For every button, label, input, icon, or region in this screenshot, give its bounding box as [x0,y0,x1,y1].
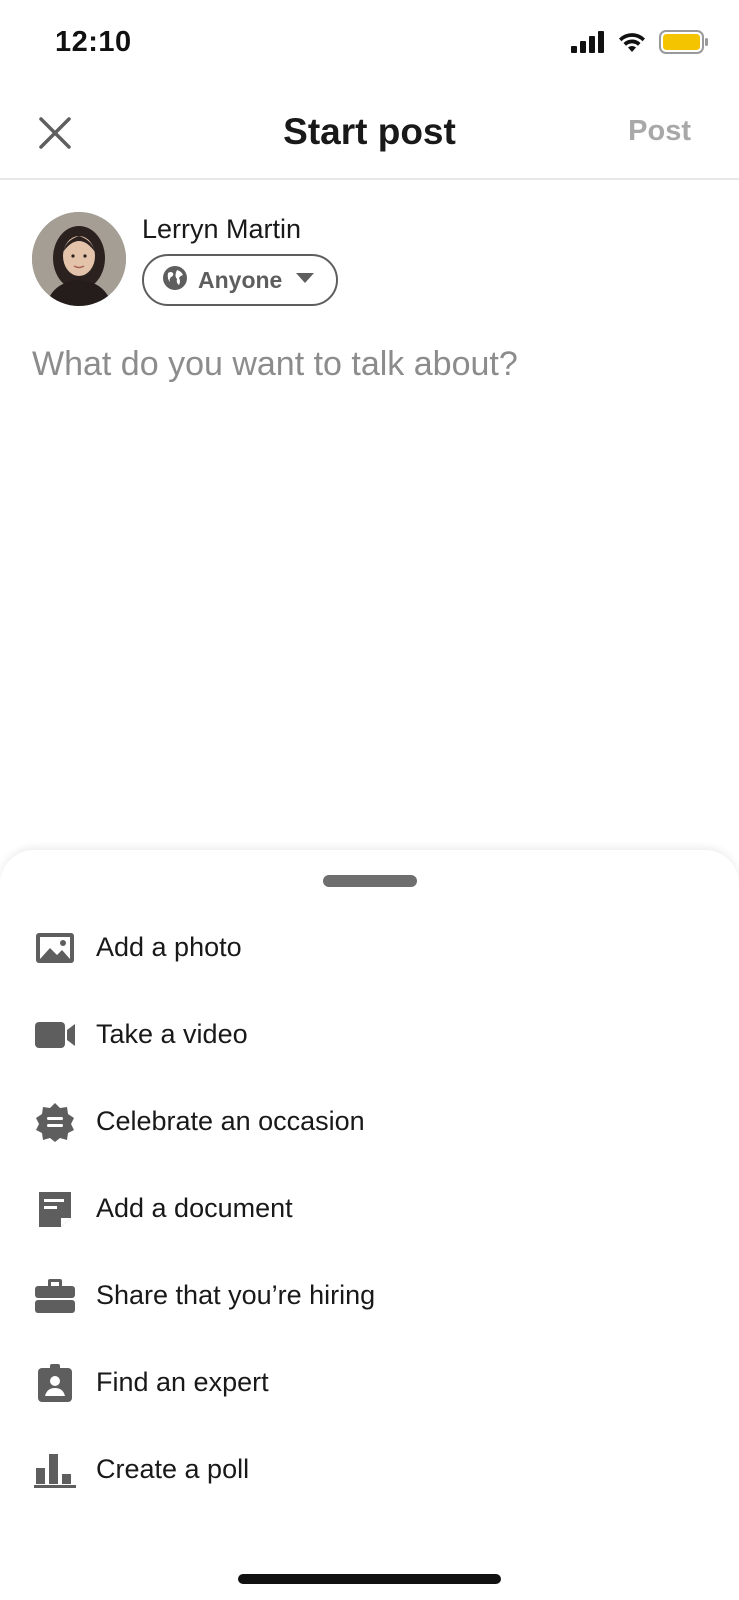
wifi-icon [617,31,647,53]
status-bar: 12:10 [0,0,739,90]
status-icons [571,30,709,54]
take-video-action[interactable]: Take a video [0,991,739,1078]
action-label: Add a document [96,1193,293,1223]
poll-icon [34,1449,76,1491]
action-label: Add a photo [96,932,242,962]
create-poll-action[interactable]: Create a poll [0,1426,739,1513]
visibility-selector[interactable]: Anyone [142,254,338,306]
post-text-input[interactable] [32,345,708,785]
sheet-grabber[interactable] [323,875,417,887]
actions-list: Add a photo Take a video Celebrate an oc… [0,904,739,1513]
status-time: 12:10 [55,26,132,58]
add-document-action[interactable]: Add a document [0,1165,739,1252]
actions-sheet: Add a photo Take a video Celebrate an oc… [0,850,739,1600]
action-label: Find an expert [96,1367,269,1397]
briefcase-icon [34,1275,76,1317]
battery-icon [659,30,709,54]
header: Start post Post [0,90,739,180]
action-label: Take a video [96,1019,248,1049]
home-indicator[interactable] [238,1574,501,1584]
avatar[interactable] [32,212,126,306]
document-icon [34,1188,76,1230]
add-photo-action[interactable]: Add a photo [0,904,739,991]
video-camera-icon [34,1014,76,1056]
cellular-signal-icon [571,31,605,53]
author-block: Lerryn Martin Anyone [32,212,712,312]
post-button[interactable]: Post [628,115,691,148]
action-label: Share that you’re hiring [96,1280,376,1310]
celebrate-occasion-action[interactable]: Celebrate an occasion [0,1078,739,1165]
visibility-label: Anyone [198,266,283,293]
action-label: Celebrate an occasion [96,1106,365,1136]
globe-icon [162,265,188,296]
photo-icon [34,927,76,969]
celebration-badge-icon [34,1101,76,1143]
caret-down-icon [296,271,315,289]
author-name: Lerryn Martin [142,214,302,244]
share-hiring-action[interactable]: Share that you’re hiring [0,1252,739,1339]
find-expert-action[interactable]: Find an expert [0,1339,739,1426]
expert-badge-icon [34,1362,76,1404]
action-label: Create a poll [96,1454,250,1484]
